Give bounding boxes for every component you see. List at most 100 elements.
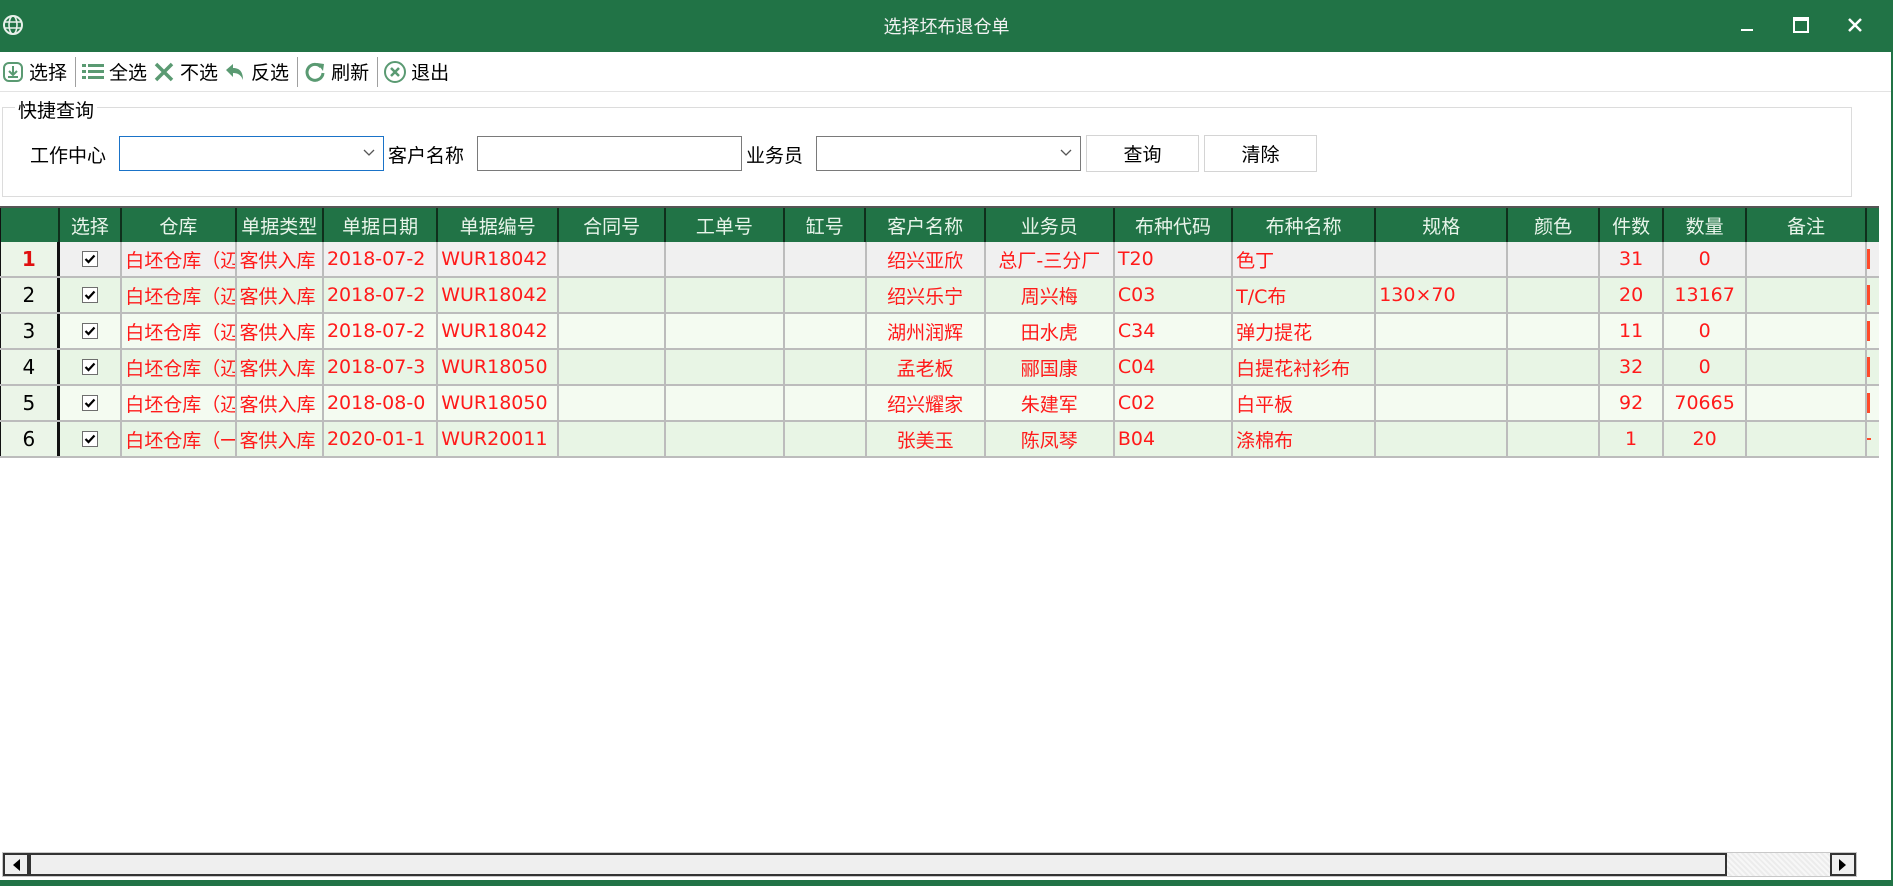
row-checkbox[interactable]: [81, 359, 98, 375]
cell-fabric-code[interactable]: T20: [1115, 242, 1234, 276]
cell-contract-no[interactable]: [559, 350, 666, 384]
scrollbar-track[interactable]: [1727, 853, 1830, 876]
cell-spec[interactable]: [1376, 242, 1509, 276]
cell-fabric-code[interactable]: C34: [1115, 314, 1234, 348]
row-number[interactable]: 6: [0, 422, 60, 456]
row-checkbox[interactable]: [81, 287, 98, 303]
salesperson-select[interactable]: [816, 136, 1081, 171]
cell-salesperson[interactable]: 陈凤琴: [986, 422, 1115, 456]
refresh-button[interactable]: 刷新: [302, 56, 373, 88]
invert-selection-button[interactable]: 反选: [222, 56, 293, 88]
row-checkbox[interactable]: [81, 323, 98, 339]
cell-salesperson[interactable]: 田水虎: [986, 314, 1115, 348]
work-center-select[interactable]: [119, 136, 384, 171]
select-none-button[interactable]: 不选: [151, 56, 222, 88]
cell-doc-type[interactable]: 客供入库: [237, 278, 324, 312]
column-header[interactable]: 合同号: [559, 208, 666, 242]
cell-contract-no[interactable]: [559, 242, 666, 276]
column-header[interactable]: 业务员: [986, 208, 1115, 242]
cell-customer[interactable]: 绍兴亚欣: [867, 242, 986, 276]
column-header[interactable]: 布种名称: [1233, 208, 1377, 242]
cell-vat-no[interactable]: [785, 422, 867, 456]
cell-doc-no[interactable]: WUR18050: [438, 386, 560, 420]
row-number[interactable]: 1: [0, 242, 60, 276]
cell-pieces[interactable]: 20: [1600, 278, 1665, 312]
cell-quantity[interactable]: 0: [1664, 314, 1747, 348]
cell-warehouse[interactable]: 白坯仓库（一: [122, 422, 237, 456]
minimize-button[interactable]: [1727, 8, 1767, 42]
cell-doc-date[interactable]: 2018-07-2: [324, 242, 439, 276]
cell-spec[interactable]: [1376, 350, 1509, 384]
cell-doc-type[interactable]: 客供入库: [237, 314, 324, 348]
cell-doc-date[interactable]: 2018-07-2: [324, 278, 439, 312]
cell-remark[interactable]: [1747, 314, 1868, 348]
cell-pieces[interactable]: 31: [1600, 242, 1665, 276]
cell-vat-no[interactable]: [785, 278, 867, 312]
scroll-left-button[interactable]: [3, 853, 29, 876]
table-row[interactable]: 5 白坯仓库（辺 客供入库 2018-08-0 WUR18050 绍兴耀家 朱建军 C02 白平…: [0, 386, 1879, 422]
cell-doc-date[interactable]: 2018-07-2: [324, 314, 439, 348]
cell-salesperson[interactable]: 郦国康: [986, 350, 1115, 384]
cell-color[interactable]: [1508, 422, 1600, 456]
cell-spec[interactable]: [1376, 386, 1509, 420]
cell-fabric-name[interactable]: 涤棉布: [1233, 422, 1377, 456]
cell-fabric-code[interactable]: C03: [1115, 278, 1234, 312]
cell-warehouse[interactable]: 白坯仓库（辺: [122, 386, 237, 420]
horizontal-scrollbar[interactable]: [2, 852, 1857, 877]
cell-quantity[interactable]: 70665: [1664, 386, 1747, 420]
cell-quantity[interactable]: 0: [1664, 350, 1747, 384]
cell-warehouse[interactable]: 白坯仓库（辺: [122, 350, 237, 384]
row-checkbox[interactable]: [81, 431, 98, 447]
cell-contract-no[interactable]: [559, 278, 666, 312]
scroll-right-button[interactable]: [1830, 853, 1856, 876]
cell-spec[interactable]: 130×70: [1376, 278, 1509, 312]
column-header[interactable]: 颜色: [1508, 208, 1600, 242]
cell-vat-no[interactable]: [785, 314, 867, 348]
cell-doc-no[interactable]: WUR18042: [438, 314, 560, 348]
cell-work-order[interactable]: [666, 422, 786, 456]
cell-warehouse[interactable]: 白坯仓库（辺: [122, 314, 237, 348]
column-header[interactable]: 选择: [60, 208, 123, 242]
cell-customer[interactable]: 湖州润辉: [867, 314, 986, 348]
cell-customer[interactable]: 绍兴乐宁: [867, 278, 986, 312]
cell-doc-no[interactable]: WUR18042: [438, 278, 560, 312]
table-row[interactable]: 6 白坯仓库（一 客供入库 2020-01-1 WUR20011 张美玉 陈凤琴 B04 涤棉布…: [0, 422, 1879, 458]
cell-remark[interactable]: [1747, 350, 1868, 384]
column-header[interactable]: 数量: [1664, 208, 1747, 242]
cell-work-order[interactable]: [666, 278, 786, 312]
cell-pieces[interactable]: 92: [1600, 386, 1665, 420]
column-header[interactable]: 单据编号: [438, 208, 560, 242]
exit-button[interactable]: 退出: [382, 56, 453, 88]
cell-customer[interactable]: 孟老板: [867, 350, 986, 384]
column-header[interactable]: 工单号: [666, 208, 785, 242]
cell-doc-date[interactable]: 2018-08-0: [324, 386, 439, 420]
cell-doc-no[interactable]: WUR18042: [438, 242, 560, 276]
cell-work-order[interactable]: [666, 350, 786, 384]
cell-customer[interactable]: 张美玉: [867, 422, 986, 456]
customer-name-input[interactable]: [477, 136, 742, 171]
select-all-button[interactable]: 全选: [80, 56, 151, 88]
cell-color[interactable]: [1508, 350, 1600, 384]
cell-fabric-name[interactable]: 白提花衬衫布: [1233, 350, 1377, 384]
cell-vat-no[interactable]: [785, 242, 867, 276]
table-row[interactable]: 3 白坯仓库（辺 客供入库 2018-07-2 WUR18042 湖州润辉 田水虎 C34 弹力…: [0, 314, 1879, 350]
cell-work-order[interactable]: [666, 386, 786, 420]
cell-work-order[interactable]: [666, 314, 786, 348]
cell-quantity[interactable]: 20: [1664, 422, 1747, 456]
cell-fabric-code[interactable]: C02: [1115, 386, 1234, 420]
cell-doc-type[interactable]: 客供入库: [237, 422, 324, 456]
scrollbar-thumb[interactable]: [29, 853, 1727, 876]
cell-salesperson[interactable]: 朱建军: [986, 386, 1115, 420]
cell-remark[interactable]: [1747, 242, 1868, 276]
cell-pieces[interactable]: 11: [1600, 314, 1665, 348]
row-checkbox[interactable]: [81, 251, 98, 267]
row-checkbox[interactable]: [81, 395, 98, 411]
cell-vat-no[interactable]: [785, 350, 867, 384]
select-button[interactable]: 选择: [0, 56, 71, 88]
cell-spec[interactable]: [1376, 314, 1509, 348]
cell-doc-date[interactable]: 2018-07-3: [324, 350, 439, 384]
column-header[interactable]: 布种代码: [1115, 208, 1234, 242]
cell-doc-type[interactable]: 客供入库: [237, 242, 324, 276]
table-row[interactable]: 1 白坯仓库（辺 客供入库 2018-07-2 WUR18042 绍兴亚欣 总厂-三分厂 T2…: [0, 242, 1879, 278]
cell-doc-no[interactable]: WUR20011: [438, 422, 560, 456]
